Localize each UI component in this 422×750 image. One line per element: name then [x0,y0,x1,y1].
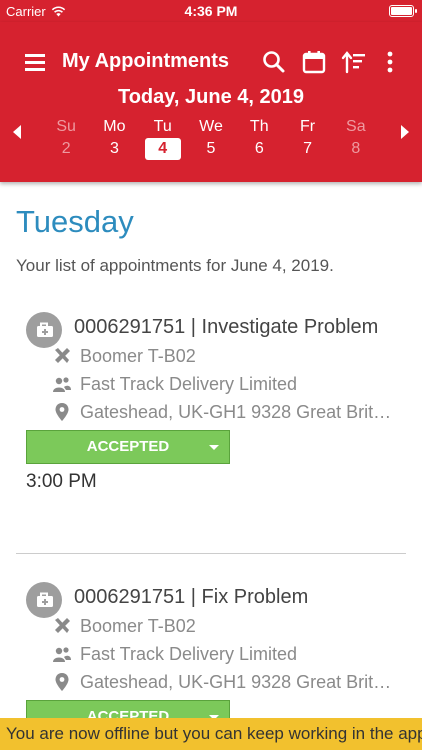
status-label: ACCEPTED [86,708,170,718]
sort-icon [341,51,365,74]
asset-label: Boomer T-B02 [80,616,196,636]
offline-banner: You are now offline but you can keep wor… [0,718,422,750]
battery-icon [389,5,417,17]
search-icon [263,51,285,73]
chevron-right-icon [401,125,409,139]
location-row: Gateshead, UK-GH1 9328 Great Britain [26,398,396,426]
appointment-time: 3:00 PM [26,471,97,492]
appointment-card[interactable]: 0006291751 | Investigate Problem Boomer … [26,312,406,493]
day-monday[interactable]: Mo 3 [90,116,138,160]
day-friday[interactable]: Fr 7 [283,116,331,160]
page-title: My Appointments [62,50,230,72]
day-saturday[interactable]: Sa 8 [332,116,380,160]
asset-row: Boomer T-B02 [26,612,396,640]
status-label: ACCEPTED [86,438,170,455]
wrench-icon [55,618,70,633]
previous-week-button[interactable] [10,123,24,141]
people-icon [53,647,71,662]
next-week-button[interactable] [398,123,412,141]
status-dropdown[interactable]: ACCEPTED [26,430,230,464]
customer-row: Fast Track Delivery Limited [26,640,396,668]
people-icon [53,377,71,392]
location-pin-icon [55,673,69,691]
customer-label: Fast Track Delivery Limited [80,374,298,394]
sort-button[interactable] [340,48,368,76]
day-sunday[interactable]: Su 2 [42,116,90,160]
day-thursday[interactable]: Th 6 [235,116,283,160]
status-dropdown[interactable]: ACCEPTED [26,700,230,718]
day-tuesday-selected[interactable]: Tu 4 [139,116,187,160]
current-date: Today, June 4, 2019 [117,86,304,108]
appointment-title: 0006291751 | Fix Problem [74,586,309,608]
more-options-button[interactable] [376,48,404,76]
caret-down-icon [209,445,219,450]
appointment-card[interactable]: 0006291751 | Fix Problem Boomer T-B02 Fa… [26,582,406,718]
app-header: My Appointments Today, June 4, 2019 Su 2… [0,22,422,182]
calendar-button[interactable] [300,48,328,76]
chevron-left-icon [13,125,21,139]
location-row: Gateshead, UK-GH1 9328 Great Britain [26,668,396,696]
day-heading: Tuesday [16,204,134,239]
clock: 4:36 PM [184,3,238,19]
appointment-title: 0006291751 | Investigate Problem [74,316,379,338]
asset-label: Boomer T-B02 [80,346,196,366]
more-vertical-icon [387,51,393,73]
wrench-icon [55,348,70,363]
customer-row: Fast Track Delivery Limited [26,370,396,398]
calendar-icon [302,51,326,74]
divider [16,553,406,554]
location-label: Gateshead, UK-GH1 9328 Great Britain [80,672,396,692]
list-subtitle: Your list of appointments for June 4, 20… [16,256,334,275]
location-pin-icon [55,403,69,421]
search-button[interactable] [260,48,288,76]
location-label: Gateshead, UK-GH1 9328 Great Britain [80,402,396,422]
status-bar: Carrier 4:36 PM [0,0,422,22]
appointments-list[interactable]: Tuesday Your list of appointments for Ju… [0,182,422,718]
menu-button[interactable] [22,50,50,74]
asset-row: Boomer T-B02 [26,342,396,370]
day-wednesday[interactable]: We 5 [187,116,235,160]
week-strip: Su 2 Mo 3 Tu 4 We 5 Th 6 Fr 7 Sa 8 [42,116,380,160]
customer-label: Fast Track Delivery Limited [80,644,298,664]
